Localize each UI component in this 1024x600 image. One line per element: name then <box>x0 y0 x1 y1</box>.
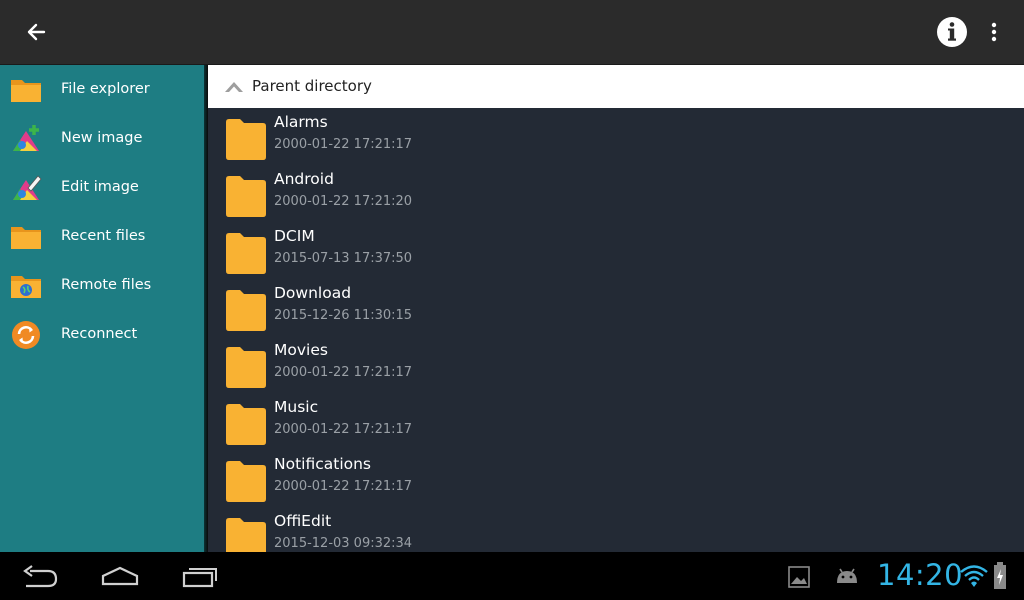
folder-icon <box>226 290 266 331</box>
file-list[interactable]: Alarms 2000-01-22 17:21:17 Android 2000-… <box>208 108 1024 552</box>
folder-icon <box>11 80 41 102</box>
status-clock: 14:20 <box>877 558 964 592</box>
new-image-icon <box>13 125 39 151</box>
gallery-notification-icon <box>788 566 810 588</box>
nav-item-recent-files[interactable]: Recent files <box>0 213 204 262</box>
system-navigation-bar: 14:20 <box>0 552 1024 600</box>
file-date: 2015-12-26 11:30:15 <box>274 308 413 323</box>
nav-item-edit-image[interactable]: Edit image <box>0 164 204 213</box>
android-debug-icon <box>837 568 857 583</box>
nav-item-remote-files[interactable]: Remote files <box>0 262 204 311</box>
nav-item-label: New image <box>61 130 143 146</box>
list-item[interactable]: Movies 2000-01-22 17:21:17 <box>208 336 1024 393</box>
reconnect-icon <box>12 321 40 349</box>
file-date: 2000-01-22 17:21:17 <box>274 365 413 380</box>
file-name: OffiEdit <box>274 512 332 530</box>
file-date: 2015-07-13 17:37:50 <box>274 251 413 266</box>
overflow-menu-icon[interactable] <box>980 16 1008 48</box>
file-date: 2015-12-03 09:32:34 <box>274 536 413 551</box>
nav-item-label: Reconnect <box>61 326 138 342</box>
folder-icon <box>11 227 41 249</box>
list-item[interactable]: Alarms 2000-01-22 17:21:17 <box>208 108 1024 165</box>
list-item[interactable]: DCIM 2015-07-13 17:37:50 <box>208 222 1024 279</box>
file-name: Alarms <box>274 113 328 131</box>
file-date: 2000-01-22 17:21:20 <box>274 194 413 209</box>
folder-icon <box>226 404 266 445</box>
file-name: Notifications <box>274 455 372 473</box>
parent-directory-label: Parent directory <box>252 77 372 95</box>
list-item[interactable]: Android 2000-01-22 17:21:20 <box>208 165 1024 222</box>
system-back-icon[interactable] <box>20 564 60 590</box>
file-date: 2000-01-22 17:21:17 <box>274 479 413 494</box>
back-arrow-icon[interactable] <box>18 14 54 50</box>
file-date: 2000-01-22 17:21:17 <box>274 137 413 152</box>
list-item[interactable]: Download 2015-12-26 11:30:15 <box>208 279 1024 336</box>
wifi-icon <box>960 565 988 587</box>
list-item[interactable]: Notifications 2000-01-22 17:21:17 <box>208 450 1024 507</box>
chevron-up-icon <box>225 82 243 92</box>
file-name: Movies <box>274 341 328 359</box>
folder-icon <box>226 347 266 388</box>
info-icon[interactable] <box>934 14 970 50</box>
recent-apps-icon[interactable] <box>182 564 220 588</box>
battery-charging-icon <box>994 562 1006 589</box>
edit-image-icon <box>13 175 42 200</box>
file-date: 2000-01-22 17:21:17 <box>274 422 413 437</box>
nav-item-label: Remote files <box>61 277 152 293</box>
folder-icon <box>226 518 266 552</box>
parent-directory-button[interactable]: Parent directory <box>208 65 1024 108</box>
nav-item-new-image[interactable]: New image <box>0 115 204 164</box>
nav-item-label: Edit image <box>61 179 139 195</box>
folder-icon <box>226 461 266 502</box>
nav-item-label: Recent files <box>61 228 146 244</box>
nav-item-file-explorer[interactable]: File explorer <box>0 66 204 115</box>
file-name: Music <box>274 398 319 416</box>
navigation-drawer: File explorer New image Edit image Recen… <box>0 65 204 552</box>
folder-icon <box>226 119 266 160</box>
file-name: Download <box>274 284 352 302</box>
file-name: Android <box>274 170 334 188</box>
folder-icon <box>226 233 266 274</box>
remote-folder-icon <box>11 276 41 298</box>
list-item[interactable]: OffiEdit 2015-12-03 09:32:34 <box>208 507 1024 552</box>
action-bar <box>0 0 1024 65</box>
list-item[interactable]: Music 2000-01-22 17:21:17 <box>208 393 1024 450</box>
file-name: DCIM <box>274 227 315 245</box>
home-icon[interactable] <box>100 564 140 588</box>
nav-item-label: File explorer <box>61 81 150 97</box>
folder-icon <box>226 176 266 217</box>
nav-item-reconnect[interactable]: Reconnect <box>0 311 204 360</box>
